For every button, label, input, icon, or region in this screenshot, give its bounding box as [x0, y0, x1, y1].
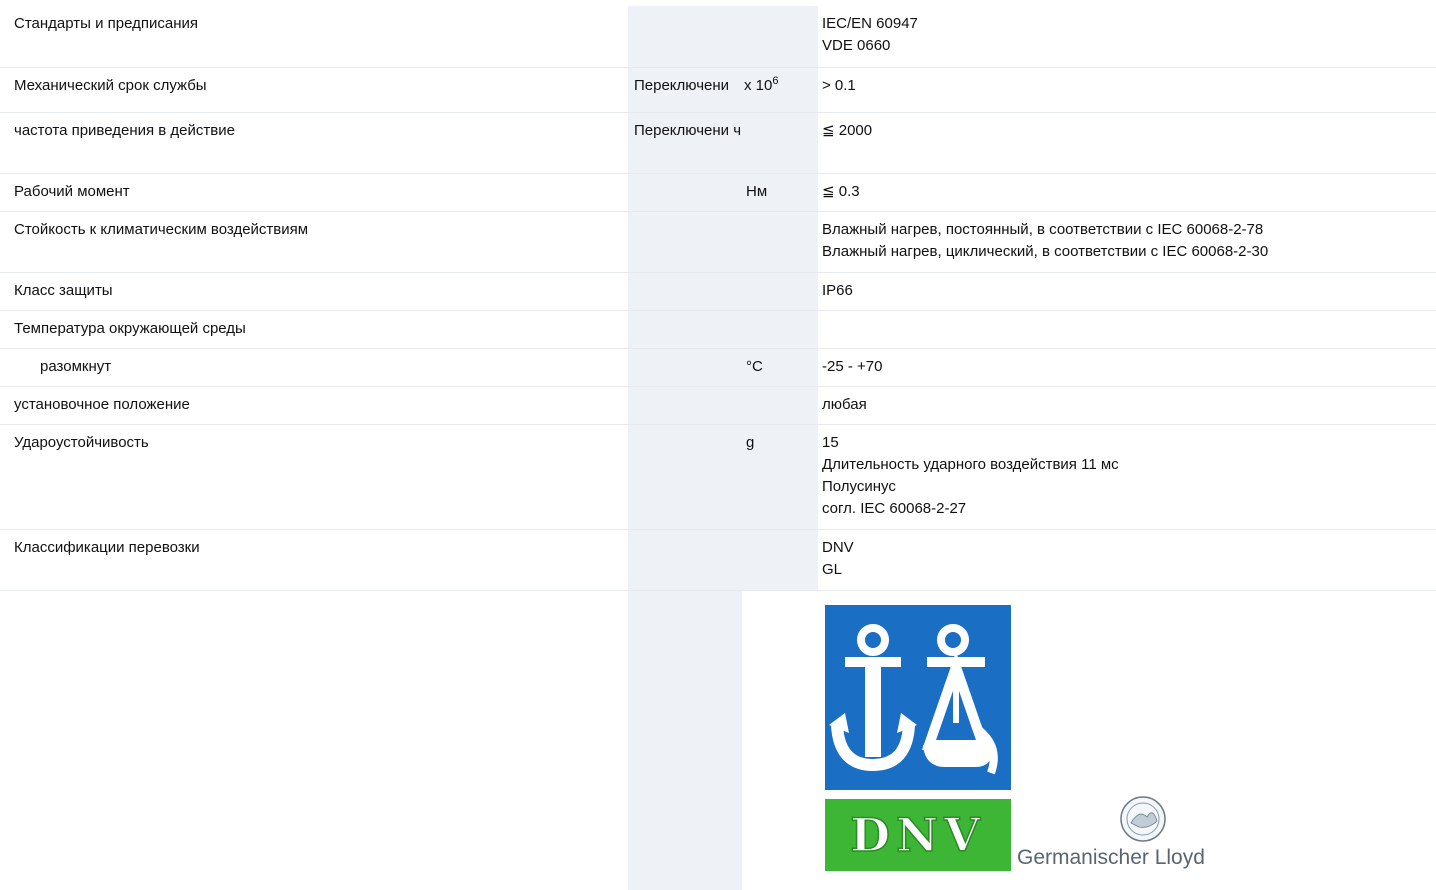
spec-table: Стандарты и предписания IEC/EN 60947 VDE… [0, 6, 1436, 890]
row-unit-secondary [742, 211, 818, 273]
spec-row-operating-torque: Рабочий момент Нм ≦ 0.3 [0, 173, 1436, 212]
row-unit [628, 173, 742, 212]
spec-row-certification-logos [0, 590, 1436, 890]
value-line: Полусинус [822, 477, 896, 495]
row-value: -25 - +70 [818, 348, 1436, 387]
row-unit-secondary [742, 6, 818, 68]
spec-row-shock-resistance: Удароустойчивость g 15 Длительность удар… [0, 424, 1436, 530]
spec-row-operating-frequency: частота приведения в действие Переключен… [0, 112, 1436, 174]
spec-row-open: разомкнут °C -25 - +70 [0, 348, 1436, 387]
row-unit: Переключени ч [628, 112, 742, 174]
dnv-anchor-logo [825, 605, 1011, 790]
row-label: Класс защиты [0, 272, 628, 311]
row-label: установочное положение [0, 386, 628, 425]
value-line: согл. IEC 60068-2-27 [822, 499, 967, 517]
spec-row-ambient-temperature: Температура окружающей среды [0, 310, 1436, 349]
gl-logo: Germanischer Lloyd [1015, 795, 1215, 875]
value-line: IP66 [822, 281, 853, 299]
anchor-icon [829, 624, 998, 775]
value-line: 15 [822, 433, 839, 451]
value-line: DNV [822, 538, 854, 556]
row-value: любая [818, 386, 1436, 425]
value-line: Влажный нагрев, постоянный, в соответств… [822, 220, 1264, 238]
spec-row-mounting-position: установочное положение любая [0, 386, 1436, 425]
row-unit [628, 424, 742, 530]
value-line: IEC/EN 60947 [822, 15, 918, 32]
row-value: Влажный нагрев, постоянный, в соответств… [818, 211, 1436, 273]
row-label: Стойкость к климатическим воздействиям [0, 211, 628, 273]
row-label: Классификации перевозки [0, 529, 628, 591]
row-unit-secondary: x 106 [742, 67, 818, 113]
spec-row-protection-class: Класс защиты IP66 [0, 272, 1436, 311]
value-line: Длительность ударного воздействия 11 мс [822, 455, 1119, 473]
row-unit-secondary: g [742, 424, 818, 530]
dnv-wordmark: DNV [849, 807, 986, 863]
row-unit [628, 310, 742, 349]
row-value: IP66 [818, 272, 1436, 311]
row-unit [628, 386, 742, 425]
value-line: ≦ 2000 [822, 121, 873, 139]
row-unit-secondary [742, 529, 818, 591]
value-line: -25 - +70 [822, 357, 883, 375]
row-value: ≦ 0.3 [818, 173, 1436, 212]
row-label: разомкнут [0, 348, 628, 387]
row-unit-secondary-empty [742, 590, 818, 890]
row-unit-secondary [742, 310, 818, 349]
row-unit-secondary [742, 386, 818, 425]
row-label: Температура окружающей среды [0, 310, 628, 349]
row-value: ≦ 2000 [818, 112, 1436, 174]
row-value: DNV GL [818, 529, 1436, 591]
gl-wordmark: Germanischer Lloyd [1017, 846, 1205, 869]
value-line: ≦ 0.3 [822, 182, 860, 200]
row-unit-empty [628, 590, 742, 890]
row-label: Удароустойчивость [0, 424, 628, 530]
spec-row-climatic-resistance: Стойкость к климатическим воздействиям В… [0, 211, 1436, 273]
row-label: Стандарты и предписания [0, 6, 628, 68]
row-value: > 0.1 [818, 67, 1436, 113]
row-unit [628, 6, 742, 68]
spec-row-standards: Стандарты и предписания IEC/EN 60947 VDE… [0, 6, 1436, 68]
value-line: VDE 0660 [822, 37, 891, 54]
spec-row-mechanical-life: Механический срок службы Переключени x 1… [0, 67, 1436, 113]
value-line: Влажный нагрев, циклический, в соответст… [822, 242, 1269, 260]
value-line: любая [822, 395, 867, 413]
unit-base: x 10 [744, 76, 773, 94]
row-label: Механический срок службы [0, 67, 628, 113]
value-line: > 0.1 [822, 76, 856, 94]
dnv-wordmark-text: DNV [850, 808, 986, 862]
row-unit-secondary [742, 272, 818, 311]
dnv-text-logo: DNV [825, 799, 1011, 871]
row-unit [628, 272, 742, 311]
spec-row-shipping-classifications: Классификации перевозки DNV GL [0, 529, 1436, 591]
row-unit [628, 348, 742, 387]
row-label: частота приведения в действие [0, 112, 628, 174]
row-unit-secondary: °C [742, 348, 818, 387]
row-value: 15 Длительность ударного воздействия 11 … [818, 424, 1436, 530]
row-label: Рабочий момент [0, 173, 628, 212]
unit-exponent: 6 [772, 74, 779, 87]
row-value: IEC/EN 60947 VDE 0660 [818, 6, 1436, 68]
row-unit [628, 529, 742, 591]
row-unit-secondary: Нм [742, 173, 818, 212]
value-line: GL [822, 560, 843, 578]
row-unit: Переключени [628, 67, 742, 113]
row-unit [628, 211, 742, 273]
row-label-empty [0, 590, 628, 890]
row-value [818, 310, 1436, 349]
row-unit-secondary [742, 112, 818, 174]
